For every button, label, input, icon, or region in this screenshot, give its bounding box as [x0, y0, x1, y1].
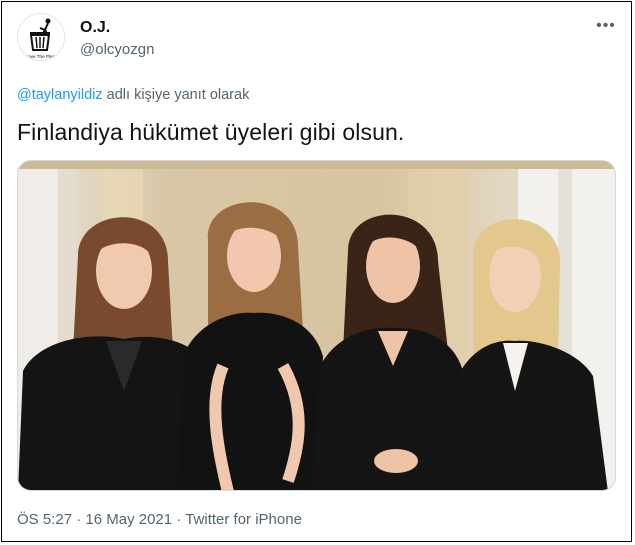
author-name[interactable]: O.J.: [80, 19, 110, 37]
tweet-date-link[interactable]: 16 May 2021: [85, 511, 172, 528]
reply-context-label: adlı kişiye yanıt olarak: [102, 87, 250, 103]
reply-context: @taylanyildiz adlı kişiye yanıt olarak: [17, 87, 249, 103]
reply-mention-link[interactable]: @taylanyildiz: [17, 87, 103, 103]
avatar[interactable]: Save The Planet: [17, 13, 65, 61]
tweet-photo[interactable]: [17, 160, 616, 491]
meta-separator: ·: [172, 511, 186, 528]
group-photo-illustration: [18, 161, 615, 490]
tweet-text: Finlandiya hükümet üyeleri gibi olsun.: [17, 119, 405, 145]
more-horizontal-icon[interactable]: •••: [596, 18, 616, 34]
tweet-source: Twitter for iPhone: [185, 511, 302, 528]
trash-can-logo-icon: Save The Planet: [25, 18, 60, 59]
tweet-time-link[interactable]: ÖS 5:27: [17, 511, 72, 528]
meta-separator: ·: [72, 511, 86, 528]
author-handle[interactable]: @olcyozgn: [80, 41, 154, 58]
tweet-metadata: ÖS 5:27 · 16 May 2021 · Twitter for iPho…: [17, 511, 302, 528]
